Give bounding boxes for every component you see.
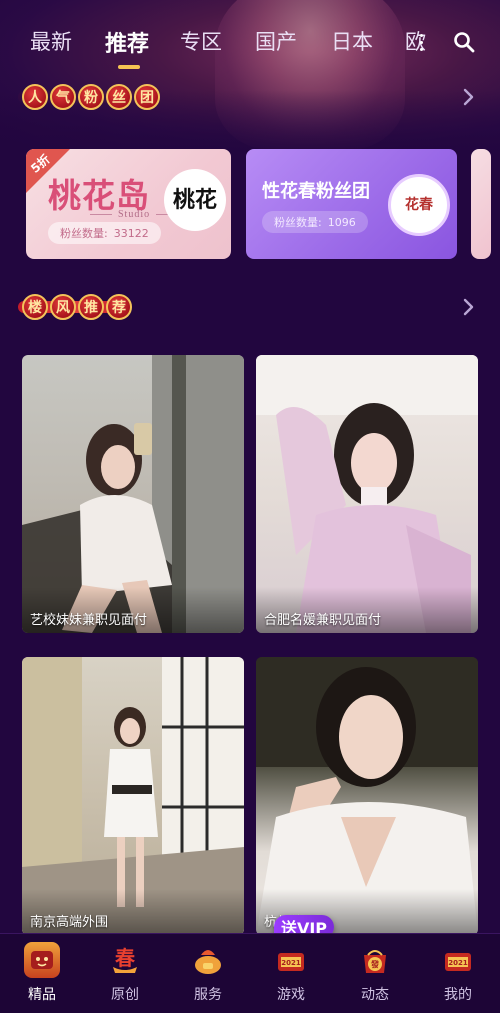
fans-count-value: 33122: [113, 226, 149, 240]
fans-count-value: 1096: [327, 215, 356, 229]
fan-club-card-xinghuachun[interactable]: 性花春粉丝团 粉丝数量: 1096 花春: [246, 149, 457, 259]
svg-text:發: 發: [370, 959, 380, 969]
tab-latest[interactable]: 最新: [30, 26, 72, 56]
nav-label: 游戏: [277, 987, 305, 1003]
fa-icon: 發: [357, 942, 393, 978]
game-2021-icon: 2021: [273, 942, 309, 978]
fans-count-label: 粉丝数量:: [60, 227, 108, 240]
nav-item-youxi[interactable]: 2021 游戏: [261, 942, 321, 1006]
section-title-char: 荐: [106, 294, 132, 320]
nav-label: 精品: [28, 987, 56, 1003]
section-title-fan-clubs: 人 气 粉 丝 团: [18, 82, 160, 112]
section-title-char: 团: [134, 84, 160, 110]
tab-japan[interactable]: 日本: [331, 26, 373, 56]
nav-label: 服务: [194, 987, 222, 1003]
club-logo-text: 桃花: [172, 187, 217, 213]
nav-label: 动态: [361, 987, 389, 1003]
jingpin-icon: [24, 942, 60, 978]
top-tab-bar: 最新 推荐 专区 国产 日本 欧: [0, 20, 500, 69]
nav-item-wode[interactable]: 2021 我的: [428, 942, 488, 1006]
club-title: 性花春粉丝团: [262, 181, 370, 202]
chun-icon: 春: [107, 942, 143, 978]
club-logo: 桃花: [164, 169, 226, 231]
chevron-right-icon[interactable]: [458, 87, 478, 107]
section-title-char: 人: [22, 84, 48, 110]
section-title-recommend: 楼 风 推 荐: [18, 292, 132, 322]
svg-text:2021: 2021: [281, 959, 301, 967]
photo-caption: 艺校妹妹兼职见面付: [30, 613, 148, 628]
active-tab-indicator: [118, 65, 140, 69]
more-tabs-icon[interactable]: [420, 28, 432, 56]
service-icon: [190, 942, 226, 978]
fans-count-pill: 粉丝数量: 33122: [48, 222, 161, 244]
fans-count-pill: 粉丝数量: 1096: [262, 211, 368, 233]
section-title-char: 粉: [78, 84, 104, 110]
chevron-right-icon[interactable]: [458, 297, 478, 317]
club-logo-text: 花春: [405, 197, 433, 213]
section-title-char: 推: [78, 294, 104, 320]
tab-domestic[interactable]: 国产: [255, 26, 297, 56]
section-title-char: 楼: [22, 294, 48, 320]
photo-caption: 南京高端外围: [30, 915, 109, 930]
search-icon[interactable]: [452, 30, 476, 54]
photo-card[interactable]: 合肥名媛兼职见面付: [256, 355, 478, 633]
club-logo: 花春: [388, 174, 450, 236]
nav-item-fuwu[interactable]: 服务: [178, 942, 238, 1006]
svg-text:2021: 2021: [448, 959, 468, 967]
fan-club-card-taohuadao[interactable]: 5折 桃花岛 Studio 桃花 粉丝数量: 33122: [26, 149, 231, 259]
fan-club-card-next[interactable]: [471, 149, 491, 259]
photo-card[interactable]: 艺校妹妹兼职见面付: [22, 355, 244, 633]
fans-count-label: 粉丝数量:: [274, 216, 322, 229]
section-title-char: 气: [50, 84, 76, 110]
section-title-char: 丝: [106, 84, 132, 110]
nav-item-dongtai[interactable]: 發 动态: [345, 942, 405, 1006]
photo-card[interactable]: 南京高端外围: [22, 657, 244, 935]
nav-item-yuanchuang[interactable]: 春 原创: [95, 942, 155, 1006]
section-title-char: 风: [50, 294, 76, 320]
my-2021-icon: 2021: [440, 942, 476, 978]
tab-zone[interactable]: 专区: [180, 26, 222, 56]
tab-recommend[interactable]: 推荐: [105, 26, 149, 58]
nav-item-jingpin[interactable]: 精品: [12, 942, 72, 1006]
photo-card[interactable]: 杭州外围: [256, 657, 478, 935]
nav-label: 原创: [111, 987, 139, 1003]
svg-text:春: 春: [114, 946, 136, 970]
photo-caption: 合肥名媛兼职见面付: [264, 613, 382, 628]
nav-label: 我的: [444, 987, 472, 1003]
bottom-navigation: 精品 春 原创 服务 2021 游戏 發 动态 2021 我的: [0, 933, 500, 1013]
